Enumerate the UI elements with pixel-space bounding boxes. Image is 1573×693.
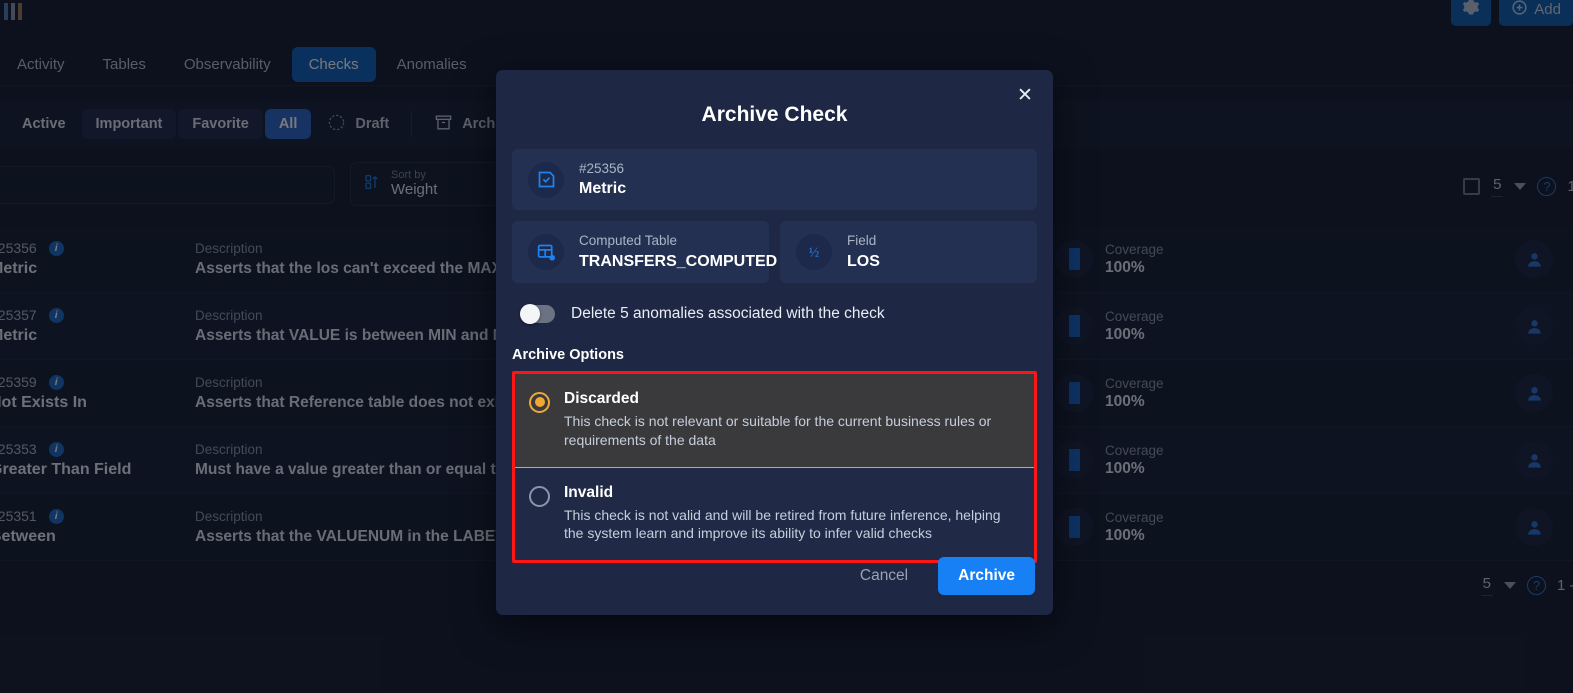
archive-options-group: Discarded This check is not relevant or … [512,370,1037,564]
cancel-button[interactable]: Cancel [844,558,924,594]
option-invalid-title: Invalid [564,483,614,501]
archive-button[interactable]: Archive [938,557,1035,595]
check-document-icon [528,161,564,198]
delete-anomalies-label: Delete 5 anomalies associated with the c… [571,304,885,322]
dialog-body: #25356 Metric Computed Table TRANSFERS_C… [496,127,1053,564]
option-discarded[interactable]: Discarded This check is not relevant or … [515,373,1034,468]
archive-options-title: Archive Options [512,346,624,363]
check-id: #25356 [579,161,625,176]
option-discarded-title: Discarded [564,389,639,407]
field-card: ½ Field LOS [780,221,1037,283]
close-icon[interactable]: ✕ [1012,82,1038,108]
option-discarded-desc: This check is not relevant or suitable f… [564,412,992,448]
computed-table-label: Computed Table [579,233,678,249]
delete-anomalies-toggle[interactable] [520,303,555,324]
radio-invalid[interactable] [529,485,550,507]
fraction-half-icon: ½ [796,234,832,271]
field-value: LOS [847,252,880,270]
computed-table-value: TRANSFERS_COMPUTED [579,252,778,270]
table-settings-icon [528,234,564,271]
context-cards: Computed Table TRANSFERS_COMPUTED ½ Fiel… [512,221,1037,283]
dialog-title: Archive Check [701,103,848,126]
archive-check-dialog: ✕ Archive Check #25356 Metric Computed T… [496,70,1053,615]
delete-anomalies-row[interactable]: Delete 5 anomalies associated with the c… [512,303,1037,324]
check-summary-card: #25356 Metric [512,149,1037,211]
field-label: Field [847,233,877,249]
computed-table-card: Computed Table TRANSFERS_COMPUTED [512,221,778,283]
check-type: Metric [579,180,627,198]
option-invalid[interactable]: Invalid This check is not valid and will… [515,467,1034,561]
radio-discarded[interactable] [529,391,550,413]
option-invalid-desc: This check is not valid and will be reti… [564,506,1001,542]
dialog-footer: Cancel Archive [496,557,1053,595]
svg-text:½: ½ [809,245,819,260]
